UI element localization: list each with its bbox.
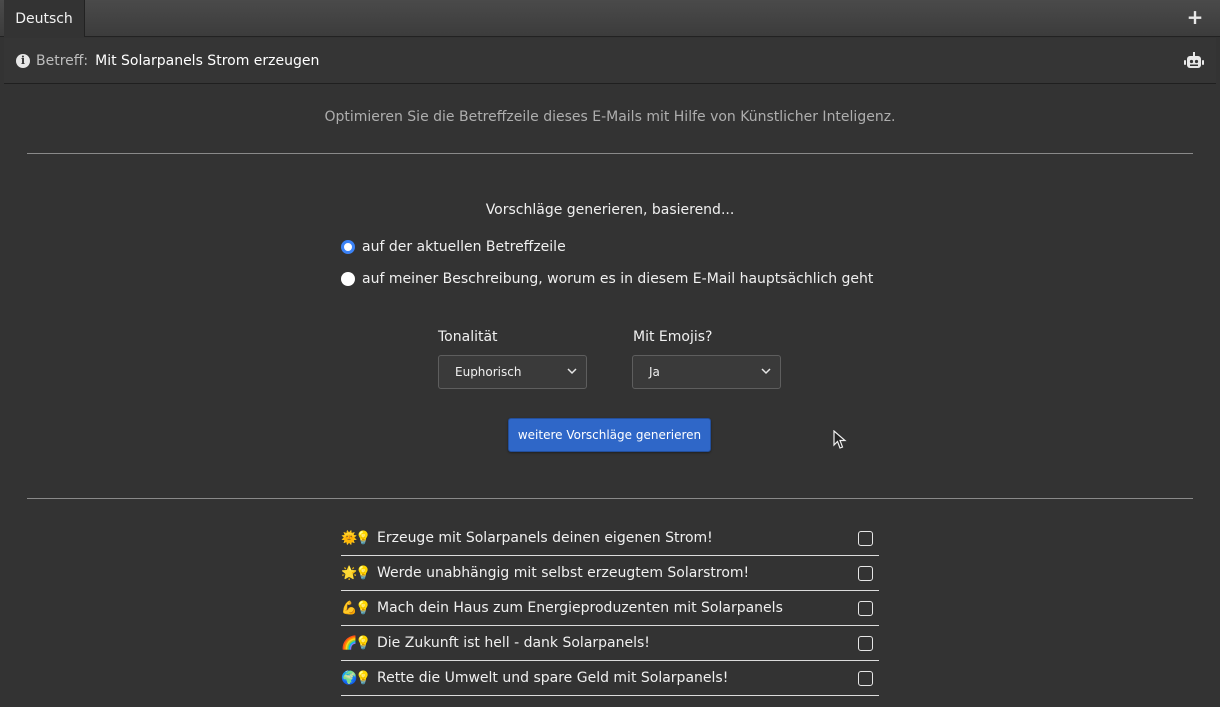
plus-icon[interactable]: + (1186, 7, 1204, 27)
chevron-down-icon (761, 368, 771, 375)
suggestion-checkbox[interactable] (858, 636, 873, 651)
suggestion-emoji: 💪💡 (341, 600, 371, 616)
tone-select[interactable]: Euphorisch (438, 355, 587, 389)
radio-label: auf der aktuellen Betreffzeile (362, 239, 566, 255)
suggestion-item[interactable]: 🌞💡 Erzeuge mit Solarpanels deinen eigene… (341, 521, 879, 556)
suggestion-text: Rette die Umwelt und spare Geld mit Sola… (377, 670, 729, 686)
suggestion-item[interactable]: 🌈💡 Die Zukunft ist hell - dank Solarpane… (341, 626, 879, 661)
radio-button[interactable] (341, 240, 355, 254)
suggestion-item[interactable]: 🌟💡 Werde unabhängig mit selbst erzeugtem… (341, 556, 879, 591)
suggestion-checkbox[interactable] (858, 566, 873, 581)
subject-value: Mit Solarpanels Strom erzeugen (95, 52, 320, 69)
suggestion-text: Die Zukunft ist hell - dank Solarpanels! (377, 635, 650, 651)
suggestion-item[interactable]: 🌍💡 Rette die Umwelt und spare Geld mit S… (341, 661, 879, 696)
suggestion-text: Werde unabhängig mit selbst erzeugtem So… (377, 565, 750, 581)
suggestion-list: 🌞💡 Erzeuge mit Solarpanels deinen eigene… (341, 521, 879, 696)
generate-suggestions-button[interactable]: weitere Vorschläge generieren (508, 418, 711, 452)
tone-select-value: Euphorisch (455, 365, 522, 379)
mouse-cursor-icon (833, 430, 847, 449)
suggestion-item[interactable]: 💪💡 Mach dein Haus zum Energieproduzenten… (341, 591, 879, 626)
radio-label: auf meiner Beschreibung, worum es in die… (362, 271, 874, 287)
suggestion-checkbox[interactable] (858, 671, 873, 686)
subject-bar: i Betreff: Mit Solarpanels Strom erzeuge… (4, 38, 1216, 84)
suggestion-text: Mach dein Haus zum Energieproduzenten mi… (377, 600, 783, 616)
suggestion-checkbox[interactable] (858, 531, 873, 546)
tab-label: Deutsch (15, 10, 73, 27)
divider (27, 498, 1193, 499)
tab-bar: Deutsch + (0, 0, 1220, 37)
tone-label: Tonalität (438, 329, 498, 345)
suggestion-text: Erzeuge mit Solarpanels deinen eigenen S… (377, 530, 713, 546)
emojis-select[interactable]: Ja (632, 355, 781, 389)
info-icon[interactable]: i (16, 53, 30, 68)
subject-label: Betreff: (36, 52, 89, 69)
tab-deutsch[interactable]: Deutsch (4, 0, 85, 37)
suggestion-checkbox[interactable] (858, 601, 873, 616)
robot-icon[interactable] (1184, 52, 1204, 70)
emojis-label: Mit Emojis? (633, 329, 713, 345)
suggestion-emoji: 🌍💡 (341, 670, 371, 686)
divider (27, 153, 1193, 154)
radio-button[interactable] (341, 272, 355, 286)
emojis-select-value: Ja (649, 365, 660, 379)
radio-option-description[interactable]: auf meiner Beschreibung, worum es in die… (341, 271, 873, 287)
radio-option-subject[interactable]: auf der aktuellen Betreffzeile (341, 239, 566, 255)
generator-title: Vorschläge generieren, basierend... (485, 202, 735, 218)
intro-text: Optimieren Sie die Betreffzeile dieses E… (324, 109, 896, 125)
suggestion-emoji: 🌟💡 (341, 565, 371, 581)
suggestion-emoji: 🌈💡 (341, 635, 371, 651)
main-panel: Optimieren Sie die Betreffzeile dieses E… (4, 85, 1216, 707)
chevron-down-icon (567, 368, 577, 375)
suggestion-emoji: 🌞💡 (341, 530, 371, 546)
